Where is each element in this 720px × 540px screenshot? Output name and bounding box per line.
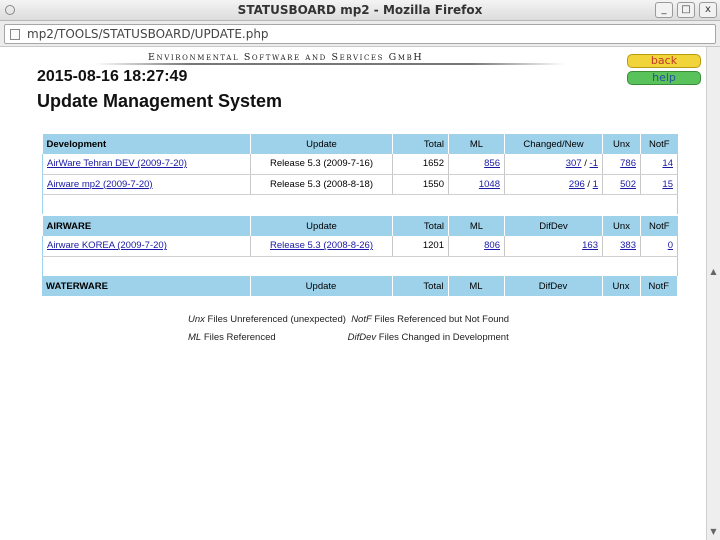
total-cell: 1652 bbox=[392, 154, 449, 175]
page-content: Environmental Software and Services GmbH… bbox=[0, 47, 706, 540]
column-header: ML bbox=[448, 134, 505, 154]
table-row: AirWare Tehran DEV (2009-7-20) Release 5… bbox=[42, 154, 678, 175]
legend-key: Unx bbox=[188, 314, 205, 325]
ml-link[interactable]: 1048 bbox=[479, 179, 500, 190]
table-spacer bbox=[42, 256, 678, 276]
column-header: Unx bbox=[602, 216, 641, 236]
update-cell: Release 5.3 (2009-7-16) bbox=[250, 154, 393, 175]
separator: / bbox=[581, 158, 590, 170]
company-divider bbox=[95, 63, 565, 65]
update-link[interactable]: Release 5.3 (2008-8-26) bbox=[270, 240, 373, 251]
column-header: NotF bbox=[640, 134, 678, 154]
legend-key: NotF bbox=[351, 314, 372, 325]
column-header: DifDev bbox=[504, 216, 603, 236]
column-header: Total bbox=[392, 134, 449, 154]
ml-link[interactable]: 856 bbox=[484, 158, 500, 169]
table-row: Airware KOREA (2009-7-20) Release 5.3 (2… bbox=[42, 236, 678, 257]
datetime-stamp: 2015-08-16 18:27:49 bbox=[37, 68, 188, 85]
column-header: NotF bbox=[640, 276, 677, 296]
changed-link[interactable]: 307 bbox=[566, 158, 582, 169]
page-icon bbox=[10, 29, 20, 40]
group-header: WATERWARE bbox=[42, 276, 251, 296]
unx-link[interactable]: 786 bbox=[620, 158, 636, 169]
vertical-scrollbar[interactable]: ▲ ▼ bbox=[706, 47, 720, 540]
window-title: STATUSBOARD mp2 - Mozilla Firefox bbox=[237, 3, 483, 17]
column-header: ML bbox=[448, 216, 505, 236]
column-header: Unx bbox=[602, 134, 641, 154]
maximize-button[interactable]: □ bbox=[677, 2, 695, 18]
scroll-down-icon[interactable]: ▼ bbox=[709, 527, 718, 536]
system-link[interactable]: AirWare Tehran DEV (2009-7-20) bbox=[47, 158, 187, 169]
difdev-link[interactable]: 163 bbox=[582, 240, 598, 251]
total-cell: 1550 bbox=[392, 174, 449, 195]
unx-link[interactable]: 502 bbox=[620, 179, 636, 190]
legend-key: ML bbox=[188, 332, 202, 343]
notf-link[interactable]: 15 bbox=[662, 179, 673, 190]
legend-text: Files Changed in Development bbox=[376, 332, 509, 343]
back-button[interactable]: back bbox=[627, 54, 701, 68]
column-header: DifDev bbox=[504, 276, 603, 296]
system-link[interactable]: Airware mp2 (2009-7-20) bbox=[47, 179, 153, 190]
update-cell: Release 5.3 (2008-8-18) bbox=[250, 174, 393, 195]
legend-line: Unx Files Unreferenced (unexpected) NotF… bbox=[188, 314, 509, 325]
total-cell: 1201 bbox=[392, 236, 449, 257]
separator: / bbox=[584, 178, 593, 190]
notf-link[interactable]: 0 bbox=[668, 240, 673, 251]
notf-link[interactable]: 14 bbox=[662, 158, 673, 169]
column-header: NotF bbox=[640, 216, 678, 236]
airware-table: AIRWARE Update Total ML DifDev Unx NotF … bbox=[42, 216, 678, 276]
development-table: Development Update Total ML Changed/New … bbox=[42, 134, 678, 214]
column-header: Total bbox=[392, 216, 449, 236]
table-row: Airware mp2 (2009-7-20) Release 5.3 (200… bbox=[42, 174, 678, 195]
legend-text: Files Referenced bbox=[201, 332, 276, 343]
waterware-table: WATERWARE Update Total ML DifDev Unx Not… bbox=[42, 276, 677, 296]
legend-text: Files Unreferenced (unexpected) bbox=[204, 314, 346, 325]
close-button[interactable]: x bbox=[699, 2, 717, 18]
system-link[interactable]: Airware KOREA (2009-7-20) bbox=[47, 240, 167, 251]
navigation-toolbar: mp2/TOOLS/STATUSBOARD/UPDATE.php bbox=[0, 21, 720, 47]
table-spacer bbox=[42, 194, 678, 214]
unx-link[interactable]: 383 bbox=[620, 240, 636, 251]
ml-link[interactable]: 806 bbox=[484, 240, 500, 251]
column-header: Update bbox=[250, 134, 393, 154]
table-header-row: WATERWARE Update Total ML DifDev Unx Not… bbox=[42, 276, 677, 296]
scroll-up-icon[interactable]: ▲ bbox=[709, 267, 718, 276]
table-header-row: Development Update Total ML Changed/New … bbox=[42, 134, 678, 154]
company-name: Environmental Software and Services GmbH bbox=[148, 52, 424, 63]
new-link[interactable]: -1 bbox=[590, 158, 598, 169]
group-header: Development bbox=[42, 134, 251, 154]
address-bar-url[interactable]: mp2/TOOLS/STATUSBOARD/UPDATE.php bbox=[27, 27, 269, 41]
address-bar[interactable]: mp2/TOOLS/STATUSBOARD/UPDATE.php bbox=[4, 24, 716, 44]
legend-key: DifDev bbox=[347, 332, 377, 343]
legend-line: ML Files Referenced DifDev Files Changed … bbox=[188, 332, 509, 343]
window-title-bar[interactable]: STATUSBOARD mp2 - Mozilla Firefox _ □ x bbox=[0, 0, 720, 21]
changed-link[interactable]: 296 bbox=[569, 179, 585, 190]
column-header: ML bbox=[448, 276, 505, 296]
page-title: Update Management System bbox=[37, 91, 283, 111]
help-button[interactable]: help bbox=[627, 71, 701, 85]
new-link[interactable]: 1 bbox=[593, 179, 598, 190]
column-header: Update bbox=[250, 276, 393, 296]
column-header: Update bbox=[250, 216, 393, 236]
table-header-row: AIRWARE Update Total ML DifDev Unx NotF bbox=[42, 216, 678, 236]
column-header: Changed/New bbox=[504, 134, 603, 154]
column-header: Total bbox=[392, 276, 449, 296]
group-header: AIRWARE bbox=[42, 216, 251, 236]
minimize-button[interactable]: _ bbox=[655, 2, 673, 18]
legend-text: Files Referenced but Not Found bbox=[371, 314, 510, 325]
column-header: Unx bbox=[602, 276, 641, 296]
